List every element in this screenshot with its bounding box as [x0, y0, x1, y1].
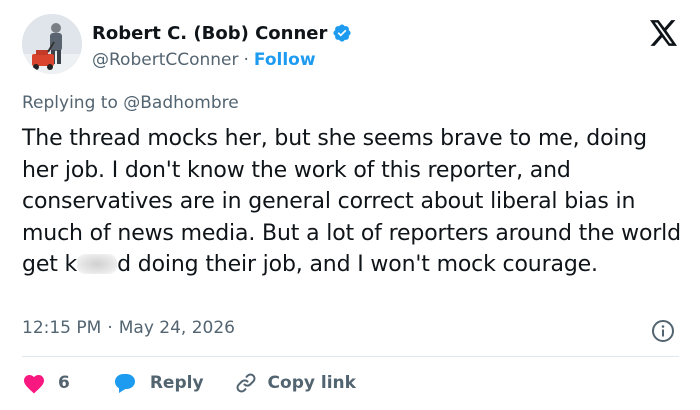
- link-icon: [236, 373, 256, 393]
- replying-prefix: Replying to: [22, 93, 118, 113]
- tweet-text-part-2: d doing their job, and I won't mock cour…: [117, 252, 598, 277]
- author-name[interactable]: Robert C. (Bob) Conner: [92, 23, 327, 44]
- reply-label: Reply: [149, 373, 204, 393]
- author-handle[interactable]: @RobertCConner: [92, 50, 239, 70]
- avatar[interactable]: [22, 14, 82, 74]
- author-block: Robert C. (Bob) Conner @RobertCConner · …: [92, 20, 352, 74]
- tweet-time: 12:15 PM: [22, 318, 102, 338]
- reply-bubble-icon: [114, 374, 135, 393]
- heart-icon: [24, 375, 44, 394]
- copy-link-button[interactable]: Copy link: [234, 371, 356, 395]
- avatar-photo: [22, 14, 82, 74]
- action-bar: 6 Reply Copy link: [22, 368, 356, 398]
- like-button[interactable]: 6: [22, 372, 70, 394]
- tweet-text: The thread mocks her, but she seems brav…: [22, 123, 687, 281]
- divider: [22, 356, 679, 357]
- follow-button[interactable]: Follow: [254, 50, 316, 70]
- timestamp-separator: ·: [107, 318, 113, 338]
- censor-blur: [77, 254, 118, 274]
- timestamp[interactable]: 12:15 PM · May 24, 2026: [22, 318, 235, 338]
- like-count: 6: [58, 373, 70, 393]
- replying-to: Replying to @Badhombre: [22, 93, 239, 113]
- tweet-date: May 24, 2026: [118, 318, 235, 338]
- info-icon[interactable]: [651, 319, 675, 343]
- copy-link-label: Copy link: [267, 373, 356, 393]
- separator-dot: ·: [243, 50, 249, 70]
- x-logo-icon[interactable]: [650, 20, 678, 46]
- verified-badge-icon: [333, 24, 351, 42]
- replying-mention-link[interactable]: @Badhombre: [123, 93, 238, 113]
- reply-button[interactable]: Reply: [112, 371, 204, 395]
